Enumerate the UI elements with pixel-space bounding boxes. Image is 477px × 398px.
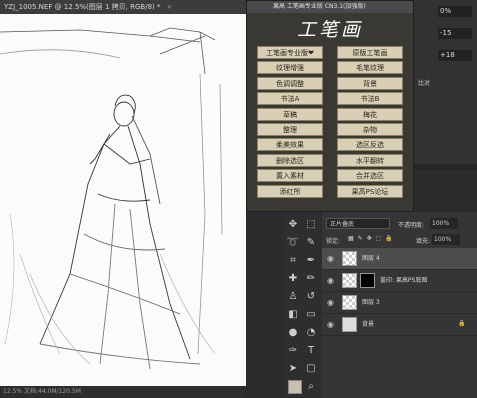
layer-name: 图层 3 [362,299,380,306]
adjustment-panel: 0% -15 +18 比对 [414,0,477,170]
option-value[interactable]: 0% [438,6,472,17]
document-tab-title: YZJ_1005.NEF @ 12.5%(图层 1 拷贝, RGB/8) * [4,3,161,11]
compare-label[interactable]: 比对 [418,78,430,87]
toolbar: ✥ ⬚ ➰ ✎ ⌗ ✒ ✚ ✏ ♙ ↺ ◧ ▭ ● ◔ ✑ T ➤ ▢ ✋ ⌕ [282,212,322,398]
eraser-icon[interactable]: ◧ [286,308,300,322]
healing-icon[interactable]: ✚ [286,272,300,286]
plugin-button[interactable]: 删除选区 [257,153,323,167]
layer-row[interactable]: ◉ 图层 3 [322,292,477,314]
stamp-icon[interactable]: ♙ [286,290,300,304]
lasso-icon[interactable]: ➰ [286,236,300,250]
shape-icon[interactable]: ▢ [304,362,318,376]
plugin-button[interactable]: 置入素材 [257,169,323,183]
type-icon[interactable]: T [304,344,318,358]
plugin-button[interactable]: 整理 [257,123,323,136]
layer-thumbnail [342,295,357,310]
plugin-button[interactable]: 草稿 [257,107,323,121]
plugin-button[interactable]: 毛笔纹理 [337,61,403,75]
opacity-value[interactable]: 100% [430,218,458,229]
plugin-button[interactable]: 书法A [257,92,323,106]
plugin-button[interactable]: 杂物 [337,123,403,136]
option-value[interactable]: -15 [438,28,472,39]
layer-name: 图层 4 [362,255,380,262]
plugin-button[interactable]: 水平翻转 [337,153,403,167]
move-icon[interactable]: ✥ [286,218,300,232]
plugin-button[interactable]: 色调调整 [257,76,323,90]
eye-icon[interactable]: ◉ [327,320,336,329]
gradient-icon[interactable]: ▭ [304,308,318,322]
zoom-icon[interactable]: ⌕ [304,380,318,394]
foreground-color[interactable] [288,380,302,394]
sketch-image [0,27,223,370]
plugin-button[interactable]: 选区反选 [337,138,403,152]
plugin-button[interactable]: 工笔画专业版❤ [257,46,323,59]
plugin-title: 果高 工笔画专业版 CN3.1(加强版) [247,1,413,13]
blend-mode-value: 正片叠底 [330,221,355,228]
layer-row[interactable]: ◉ 背景 🔒 [322,314,477,336]
option-row[interactable]: 0% [420,6,472,17]
brush-icon[interactable]: ✏ [304,272,318,286]
option-row[interactable]: -15 [420,28,472,39]
lock-icons[interactable]: ▦✎✥⬚🔒 [348,235,404,242]
plugin-button[interactable]: 柔美效果 [257,138,323,152]
fill-value[interactable]: 100% [432,234,460,245]
canvas[interactable] [0,14,246,386]
plugin-button[interactable]: 背景 [337,76,403,90]
plugin-button[interactable]: 添红所 [257,184,323,198]
history-brush-icon[interactable]: ↺ [304,290,318,304]
layer-row[interactable]: ◉ 盖印: 果高PS底图 [322,270,477,292]
panel-divider [414,164,477,170]
eye-icon[interactable]: ◉ [327,298,336,307]
plugin-button[interactable]: 原版工笔画 [337,46,403,59]
blend-mode-select[interactable]: 正片叠底 [326,218,390,229]
layer-thumbnail [342,317,357,332]
plugin-button[interactable]: 果高PS论坛 [337,184,403,198]
fill-label: 填充: [416,238,431,245]
quick-select-icon[interactable]: ✎ [304,236,318,250]
option-value[interactable]: +18 [438,50,472,61]
lock-label: 锁定: [326,238,341,245]
plugin-logo: 工笔画 [296,19,363,41]
eye-icon[interactable]: ◉ [327,276,336,285]
layer-thumbnail [342,251,357,266]
status-bar: 12.5% 文档:44.0M/120.5M [0,386,246,398]
eye-icon[interactable]: ◉ [327,254,336,263]
lock-icon: 🔒 [458,320,466,327]
plugin-button[interactable]: 纹理增强 [257,61,323,75]
dodge-icon[interactable]: ◔ [304,326,318,340]
plugin-button[interactable]: 书法B [337,92,403,106]
crop-icon[interactable]: ⌗ [286,254,300,268]
layer-mask-thumbnail [360,273,375,288]
close-icon[interactable]: × [167,3,173,11]
eyedropper-icon[interactable]: ✒ [304,254,318,268]
pen-icon[interactable]: ✑ [286,344,300,358]
layer-name: 盖印: 果高PS底图 [380,277,428,284]
marquee-icon[interactable]: ⬚ [304,218,318,232]
blur-icon[interactable]: ● [286,326,300,340]
opacity-label: 不透明度: [398,222,425,229]
layers-panel: 正片叠底 不透明度: 100% 锁定: ▦✎✥⬚🔒 填充: 100% ◉ 图层 … [322,212,477,398]
plugin-button[interactable]: 合并选区 [337,169,403,183]
document-tab[interactable]: YZJ_1005.NEF @ 12.5%(图层 1 拷贝, RGB/8) * × [0,0,250,14]
plugin-button[interactable]: 梅花 [337,107,403,121]
layer-thumbnail [342,273,357,288]
plugin-panel: 果高 工笔画专业版 CN3.1(加强版) 工笔画 工笔画专业版❤ 纹理增强 色调调整… [246,0,414,212]
layer-name: 背景 [362,321,375,328]
layer-row[interactable]: ◉ 图层 4 [322,248,477,270]
path-select-icon[interactable]: ➤ [286,362,300,376]
option-row[interactable]: +18 [420,50,472,61]
